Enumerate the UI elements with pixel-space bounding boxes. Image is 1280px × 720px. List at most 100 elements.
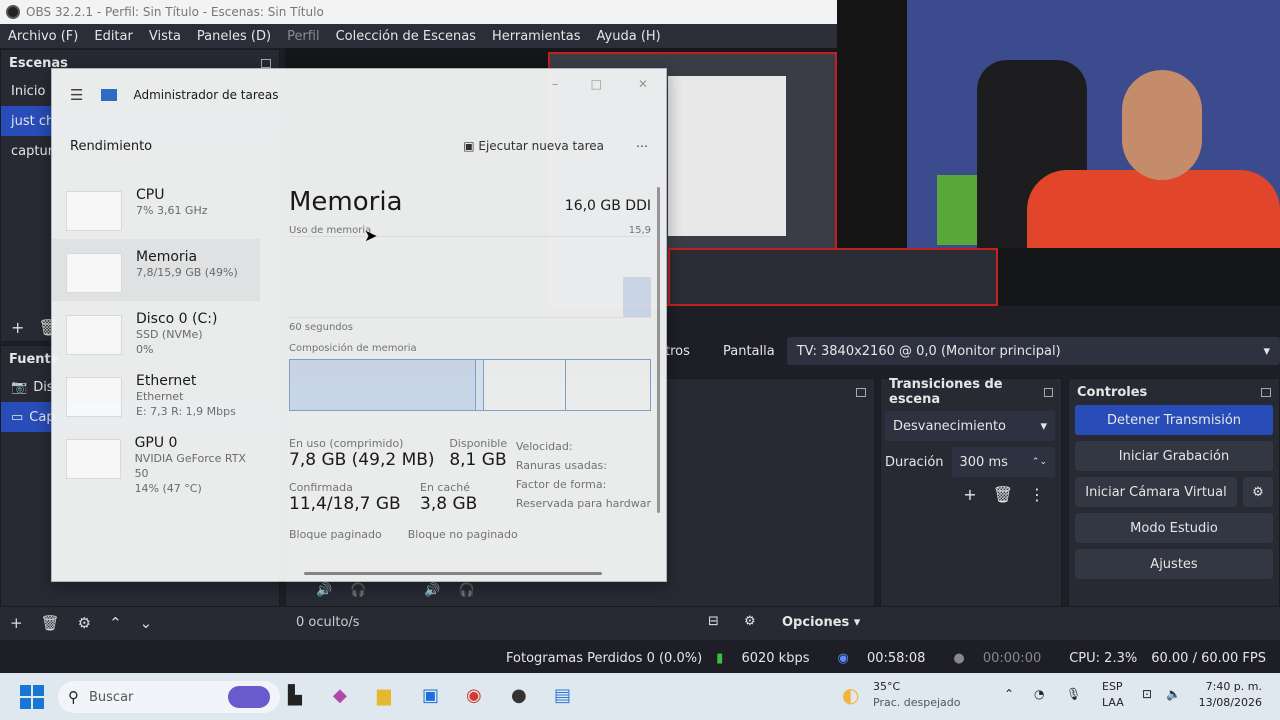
trash-icon[interactable]: 🗑 — [41, 614, 60, 632]
arrow-down-icon[interactable]: ⌄ — [140, 614, 153, 632]
perf-list: CPU 7% 3,61 GHz Memoria 7,8/15,9 GB (49%) … — [52, 177, 260, 495]
trash-icon[interactable]: 🗑 — [993, 485, 1013, 504]
run-task-icon: ▣ — [463, 139, 475, 153]
add-icon[interactable]: + — [11, 318, 24, 337]
search-placeholder: Buscar — [89, 689, 134, 705]
transition-select[interactable]: Desvanecimiento ▾ — [885, 411, 1055, 441]
dock-float-icon[interactable] — [1043, 387, 1053, 397]
chevron-up-icon[interactable]: ⌃ — [1004, 687, 1014, 701]
available-value: 8,1 GB — [449, 450, 507, 470]
filters-label[interactable]: tros — [665, 344, 690, 359]
perf-item-memory[interactable]: Memoria 7,8/15,9 GB (49%) — [52, 239, 260, 301]
settings-icon[interactable]: ⚙ — [744, 614, 756, 629]
file-explorer-dark-icon[interactable]: ▙ — [288, 685, 302, 706]
box-shape — [937, 175, 977, 245]
dock-float-icon[interactable] — [1261, 387, 1271, 397]
studio-mode-button[interactable]: Modo Estudio — [1075, 513, 1273, 543]
in-use-value: 7,8 GB (49,2 MB) — [289, 450, 435, 470]
weather-temp: 35°C — [873, 680, 901, 693]
controls-title: Controles — [1077, 384, 1148, 400]
headphone-icon[interactable]: 🎧 — [350, 583, 366, 598]
menu-paneles[interactable]: Paneles (D) — [189, 29, 279, 44]
hidden-count: 0 oculto/s — [296, 615, 360, 630]
more-vertical-icon[interactable]: ⋮ — [1029, 485, 1045, 504]
gear-icon[interactable]: ⚙ — [1243, 477, 1273, 507]
headphone-icon[interactable]: 🎧 — [459, 583, 475, 598]
clock-time[interactable]: 7:40 p. m. — [1196, 680, 1262, 693]
start-recording-button[interactable]: Iniciar Grabación — [1075, 441, 1273, 471]
task-manager-icon — [101, 89, 118, 101]
transitions-title: Transiciones de escena — [889, 377, 1003, 407]
horizontal-scrollbar[interactable] — [304, 572, 602, 575]
memory-composition-bar — [289, 359, 651, 411]
vertical-scrollbar[interactable] — [657, 187, 660, 513]
menu-herramientas[interactable]: Herramientas — [484, 29, 589, 44]
perf-item-ethernet[interactable]: Ethernet Ethernet E: 7,3 R: 1,9 Mbps — [52, 363, 260, 425]
folder-icon[interactable]: ▆ — [377, 685, 391, 706]
start-virtual-camera-button[interactable]: Iniciar Cámara Virtual — [1075, 477, 1237, 507]
task-manager-title: Administrador de tareas — [133, 88, 279, 102]
options-button[interactable]: Opciones ▾ — [782, 615, 860, 630]
duration-spinbox[interactable]: 300 ms ⌃⌄ — [951, 447, 1055, 477]
add-icon[interactable]: + — [10, 614, 23, 632]
volume-icon[interactable]: 🔊 — [316, 583, 332, 598]
signal-icon: ▮ — [716, 650, 724, 666]
search-icon: ⚲ — [68, 688, 79, 706]
mixer-controls: 🔊 🎧 🔊 🎧 — [316, 583, 475, 598]
display-label: Pantalla — [723, 343, 775, 359]
webcam-dark-area — [837, 0, 907, 248]
menu-editar[interactable]: Editar — [86, 29, 141, 44]
task-manager-taskbar-icon[interactable]: ▤ — [554, 685, 571, 706]
m365-icon[interactable]: ◆ — [333, 685, 347, 706]
clock-date[interactable]: 13/08/2026 — [1196, 696, 1262, 709]
memory-capacity: 16,0 GB DDI — [564, 198, 651, 214]
chevron-down-icon: ▾ — [1263, 343, 1270, 359]
volume-icon[interactable]: 🔊 — [424, 583, 440, 598]
usage-fill — [623, 277, 651, 317]
shirt-shape — [1027, 170, 1280, 248]
nonpaged-pool-label: Bloque no paginado — [407, 528, 518, 541]
display-select[interactable]: TV: 3840x2160 @ 0,0 (Monitor principal) … — [786, 337, 1280, 365]
section-title: Rendimiento — [70, 138, 153, 154]
search-highlight-icon[interactable] — [228, 686, 270, 708]
hamburger-icon[interactable]: ☰ — [70, 86, 83, 104]
minimize-icon[interactable]: – — [552, 77, 558, 91]
close-icon[interactable]: ✕ — [638, 77, 648, 91]
obs-title-bar: OBS 32.2.1 - Perfil: Sin Título - Escena… — [0, 0, 837, 24]
store-icon[interactable]: ▣ — [422, 685, 439, 706]
menu-coleccion[interactable]: Colección de Escenas — [328, 29, 484, 44]
weather-icon: ◐ — [842, 683, 860, 707]
time-span-label: 60 segundos — [289, 322, 353, 333]
stop-streaming-button[interactable]: Detener Transmisión — [1075, 405, 1273, 435]
lang-secondary[interactable]: LAA — [1102, 696, 1124, 709]
maximize-icon[interactable]: □ — [591, 77, 602, 91]
run-new-task-button[interactable]: ▣ Ejecutar nueva tarea ⋯ — [463, 139, 648, 153]
menu-perfil[interactable]: Perfil — [279, 29, 328, 44]
spin-arrows-icon[interactable]: ⌃⌄ — [1032, 457, 1047, 467]
network-icon[interactable]: ◔ — [1034, 687, 1044, 701]
ethernet-thumbnail — [66, 377, 122, 417]
chrome-icon[interactable]: ◉ — [466, 685, 482, 706]
gpu-thumbnail — [66, 439, 121, 479]
display-icon[interactable]: ⊡ — [1142, 687, 1152, 701]
obs-icon[interactable]: ● — [511, 685, 527, 706]
more-icon[interactable]: ⋯ — [636, 139, 648, 153]
start-icon[interactable] — [20, 685, 44, 709]
perf-item-cpu[interactable]: CPU 7% 3,61 GHz — [52, 177, 260, 239]
perf-item-disk[interactable]: Disco 0 (C:) SSD (NVMe) 0% — [52, 301, 260, 363]
perf-item-gpu[interactable]: GPU 0 NVIDIA GeForce RTX 50 14% (47 °C) — [52, 425, 260, 495]
menu-vista[interactable]: Vista — [141, 29, 189, 44]
layout-icon[interactable]: ⊟ — [708, 614, 719, 629]
volume-icon[interactable]: 🔈 — [1166, 687, 1181, 701]
obs-logo-icon — [6, 5, 20, 19]
dock-float-icon[interactable] — [856, 387, 866, 397]
menu-archivo[interactable]: Archivo (F) — [0, 29, 86, 44]
microphone-icon[interactable]: 🎙 — [1066, 687, 1081, 701]
menu-ayuda[interactable]: Ayuda (H) — [589, 29, 669, 44]
dock-float-icon[interactable] — [261, 58, 271, 68]
lang-primary[interactable]: ESP — [1102, 680, 1123, 693]
arrow-up-icon[interactable]: ⌃ — [109, 614, 122, 632]
settings-button[interactable]: Ajustes — [1075, 549, 1273, 579]
add-icon[interactable]: + — [963, 485, 976, 504]
gear-icon[interactable]: ⚙ — [78, 614, 91, 632]
